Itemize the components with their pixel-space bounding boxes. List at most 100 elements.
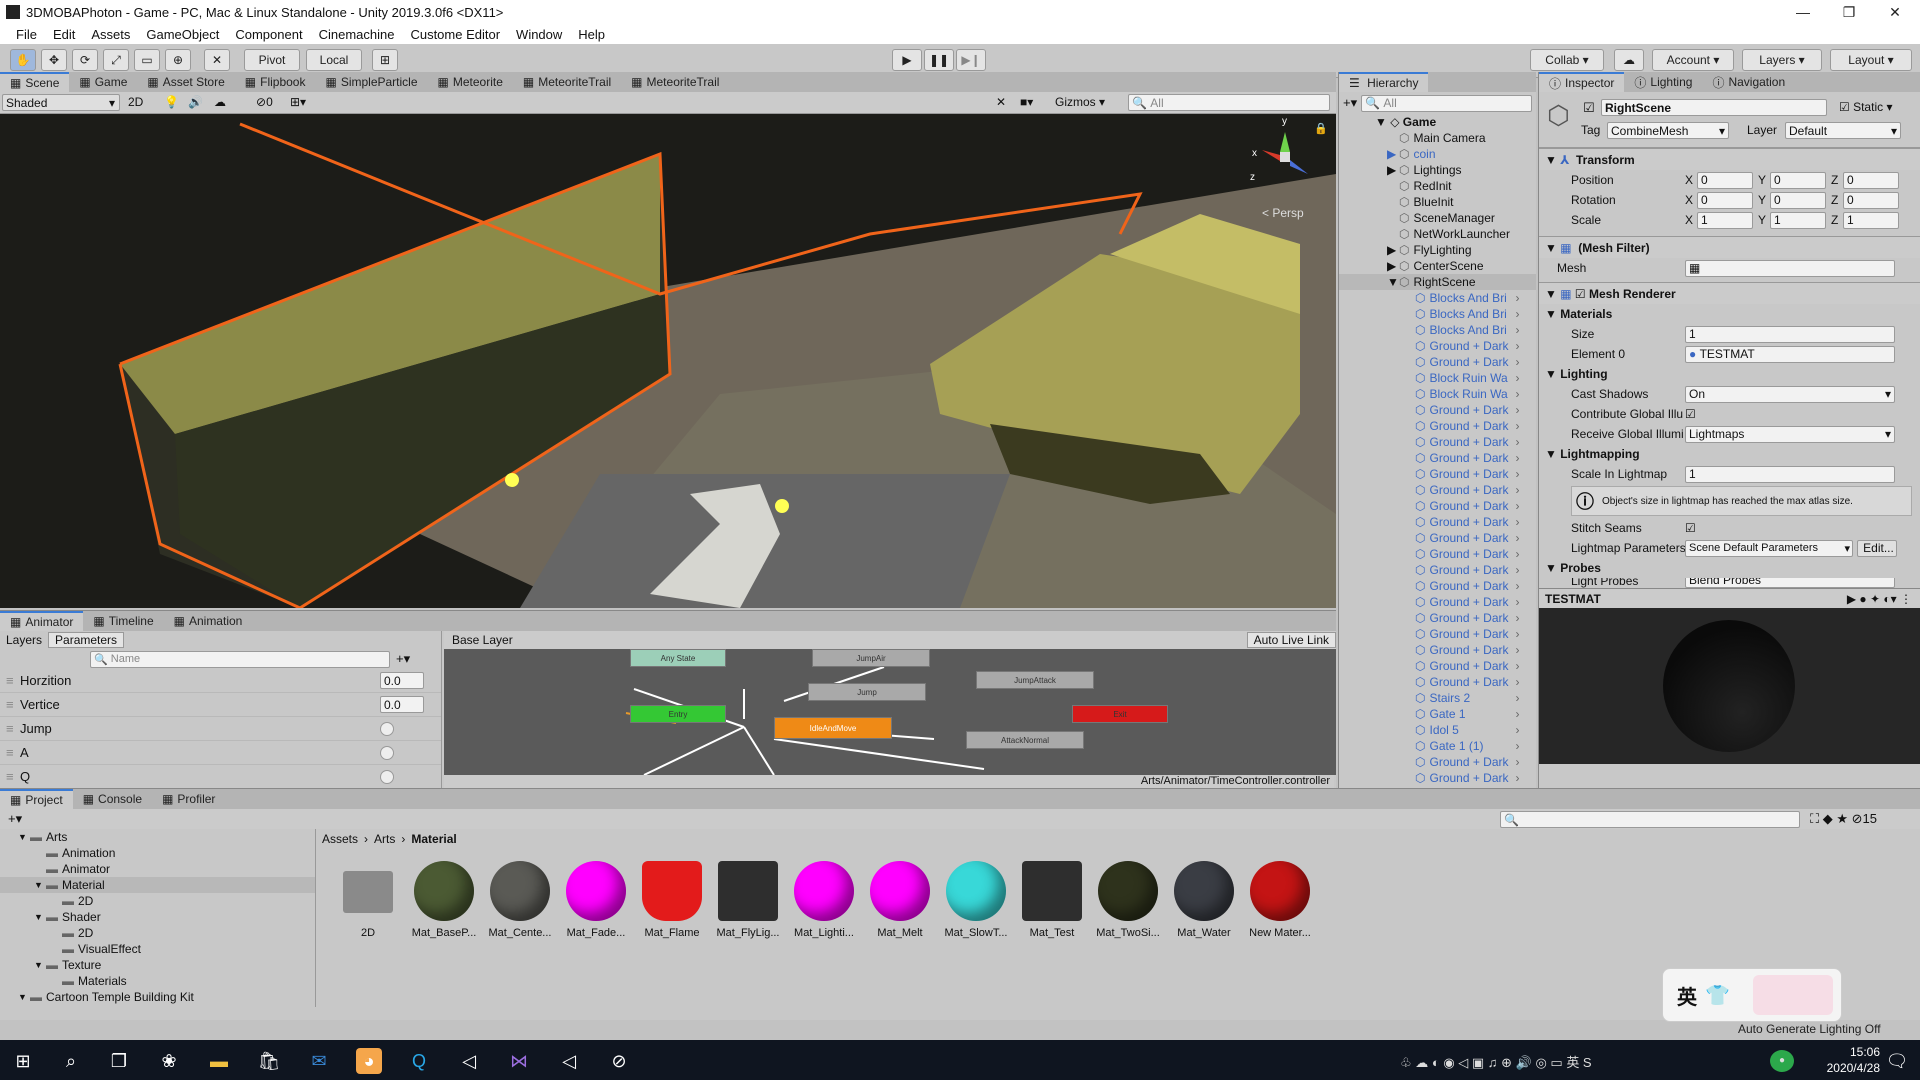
transform-y-input[interactable]: 0 [1770,191,1826,209]
chevron-right-icon[interactable]: › [1515,579,1519,593]
layer-dropdown[interactable]: Default ▾ [1785,122,1901,139]
pause-button[interactable]: ❚❚ [924,49,954,71]
hierarchy-child[interactable]: ⬡ Ground + Dark › [1339,770,1536,786]
hierarchy-item[interactable]: ⬡ BlueInit [1339,194,1536,210]
tab-animator-1[interactable]: ▦ Timeline [83,611,163,631]
asset-item[interactable]: New Mater... [1242,861,1318,939]
node-attack[interactable]: AttackNormal [966,731,1084,749]
asset-item[interactable]: Mat_SlowT... [938,861,1014,939]
node-jumpattack[interactable]: JumpAttack [976,671,1094,689]
chevron-right-icon[interactable]: › [1515,339,1519,353]
size-input[interactable]: 1 [1685,325,1895,343]
asset-item[interactable]: Mat_BaseP... [406,861,482,939]
rect-tool-icon[interactable]: ▭ [134,49,160,71]
local-button[interactable]: Local [306,49,362,71]
folder-item[interactable]: ▬ 2D [0,925,315,941]
chevron-right-icon[interactable]: › [1515,691,1519,705]
hierarchy-child[interactable]: ⬡ Ground + Dark › [1339,450,1536,466]
folder-arrow-icon[interactable]: ▼ [34,880,46,890]
mesh-filter-header[interactable]: ▼ ▦ (Mesh Filter) [1539,236,1920,258]
hierarchy-child[interactable]: ⬡ Ground + Dark › [1339,466,1536,482]
edit-button[interactable]: Edit... [1857,539,1897,557]
param-toggle[interactable] [380,745,394,760]
folder-item[interactable]: ▬ 2D [0,893,315,909]
asset-item[interactable]: Mat_Cente... [482,861,558,939]
auto-live-button[interactable]: Auto Live Link [1246,632,1336,648]
lightmapping-foldout[interactable]: ▼ Lightmapping [1539,444,1920,464]
asset-item[interactable]: Mat_Test [1014,861,1090,939]
layout-button[interactable]: Layout ▾ [1830,49,1912,71]
tray-icons[interactable]: ♧ ☁ ◐ ◉ ◁ ▣ ♫ ⊕ 🔊 ◎ ▭ 英 S [1400,1052,1592,1071]
expand-arrow-icon[interactable]: ▶ [1387,243,1399,257]
clock[interactable]: 15:06 2020/4/28 [1800,1044,1880,1076]
hierarchy-item[interactable]: ⬡ Main Camera [1339,130,1536,146]
menu-item[interactable]: Edit [45,27,83,42]
store-icon[interactable]: 🛍 [256,1048,282,1074]
hierarchy-child[interactable]: ⬡ Ground + Dark › [1339,354,1536,370]
hierarchy-child[interactable]: ⬡ Ground + Dark › [1339,514,1536,530]
play-button[interactable]: ▶ [892,49,922,71]
tab-hierarchy[interactable]: ☰ Hierarchy [1339,72,1429,92]
chevron-right-icon[interactable]: › [1515,643,1519,657]
chevron-right-icon[interactable]: › [1515,435,1519,449]
lock-icon[interactable]: 🔒 [1314,122,1328,135]
hierarchy-child[interactable]: ⬡ Blocks And Bri › [1339,322,1536,338]
hierarchy-child[interactable]: ⬡ Ground + Dark › [1339,402,1536,418]
tab-scene-0[interactable]: ▦ Scene [0,72,70,92]
folder-item[interactable]: ▬ Animator [0,861,315,877]
folder-item[interactable]: ▬ Animation [0,845,315,861]
tab-inspector-2[interactable]: ⓘ Navigation [1702,72,1795,92]
app-icon-2[interactable]: ◕ [356,1048,382,1074]
param-toggle[interactable] [380,721,394,736]
hierarchy-child[interactable]: ⬡ Gate 1 (1) › [1339,738,1536,754]
transform-x-input[interactable]: 0 [1697,191,1753,209]
node-exit[interactable]: Exit [1072,705,1168,723]
light-probes-dropdown[interactable]: Blend Probes [1685,578,1895,588]
mesh-renderer-header[interactable]: ▼ ▦ ☑ Mesh Renderer [1539,282,1920,304]
audio-icon[interactable]: 🔊 [188,95,203,109]
chevron-right-icon[interactable]: › [1515,675,1519,689]
receive-dropdown[interactable]: Lightmaps ▾ [1685,425,1895,443]
folder-item[interactable]: ▼ ▬ Texture [0,957,315,973]
base-layer-label[interactable]: Base Layer [452,633,513,647]
tab-scene-5[interactable]: ▦ Meteorite [428,72,513,92]
materials-foldout[interactable]: ▼ Materials [1539,304,1920,324]
drag-handle-icon[interactable]: ≡ [6,697,20,712]
chevron-right-icon[interactable]: › [1515,611,1519,625]
hierarchy-item[interactable]: ⬡ SceneManager [1339,210,1536,226]
search-icon[interactable]: ⌕ [58,1048,84,1074]
chevron-right-icon[interactable]: › [1515,531,1519,545]
chevron-right-icon[interactable]: › [1515,563,1519,577]
tab-scene-1[interactable]: ▦ Game [69,72,137,92]
hierarchy-child[interactable]: ⬡ Idol 5 › [1339,722,1536,738]
maximize-button[interactable]: ❐ [1826,0,1872,24]
hierarchy-child[interactable]: ⬡ Ground + Dark › [1339,530,1536,546]
visual-studio-icon[interactable]: ⋈ [506,1048,532,1074]
params-dropdown[interactable]: Scene Default Parameters ▾ [1685,539,1853,557]
chevron-right-icon[interactable]: › [1515,659,1519,673]
hierarchy-child[interactable]: ⬡ Ground + Dark › [1339,418,1536,434]
chevron-right-icon[interactable]: › [1515,387,1519,401]
shading-dropdown[interactable]: Shaded ▾ [2,94,120,111]
scene-search-input[interactable]: 🔍 All [1128,94,1330,111]
lighting-foldout[interactable]: ▼ Lighting [1539,364,1920,384]
hierarchy-child[interactable]: ⬡ Ground + Dark › [1339,674,1536,690]
hierarchy-child[interactable]: ⬡ Ground + Dark › [1339,338,1536,354]
persp-label[interactable]: < Persp [1262,206,1304,220]
static-toggle[interactable]: ☑ Static ▾ [1839,100,1892,114]
chevron-right-icon[interactable]: › [1515,499,1519,513]
breadcrumb-item[interactable]: Assets [322,832,358,846]
tab-scene-3[interactable]: ▦ Flipbook [235,72,316,92]
filter-icons[interactable]: ⛶ ◆ ★ ⊘15 [1810,811,1877,827]
chevron-right-icon[interactable]: › [1515,547,1519,561]
folder-item[interactable]: ▼ ▬ Material [0,877,315,893]
chevron-right-icon[interactable]: › [1515,403,1519,417]
drag-handle-icon[interactable]: ≡ [6,673,20,688]
hierarchy-child[interactable]: ⬡ Block Ruin Wa › [1339,370,1536,386]
light-icon[interactable]: 💡 [164,95,179,109]
asset-item[interactable]: 2D [330,861,406,939]
tab-project-2[interactable]: ▦ Profiler [152,789,225,809]
hierarchy-item[interactable]: ▶ ⬡ CenterScene [1339,258,1536,274]
node-jump[interactable]: Jump [808,683,926,701]
transform-y-input[interactable]: 1 [1770,211,1826,229]
